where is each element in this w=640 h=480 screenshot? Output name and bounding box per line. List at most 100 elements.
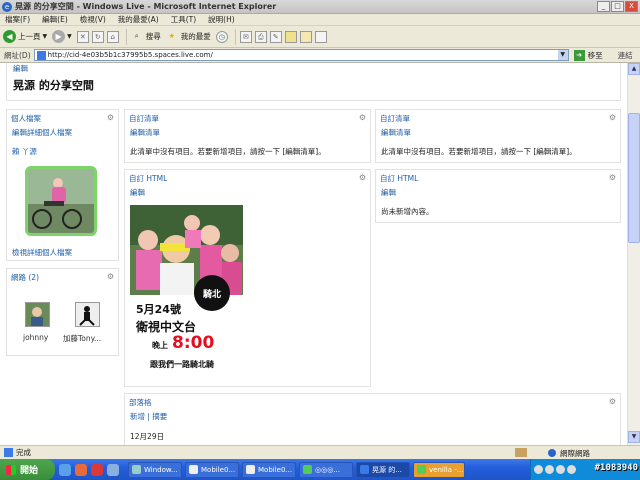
task-mobile2[interactable]: Mobile0... (242, 461, 296, 478)
custom-html-title[interactable]: 自訂 HTML (129, 173, 167, 184)
edit-list-link[interactable]: 編輯清單 (381, 127, 411, 138)
scroll-thumb[interactable] (628, 113, 640, 243)
messenger-icon (303, 465, 312, 474)
edit-html-link[interactable]: 編輯 (381, 187, 396, 198)
tray-icon[interactable] (556, 465, 565, 474)
stop-icon[interactable]: ✕ (76, 30, 89, 43)
address-dropdown-icon[interactable]: ▼ (557, 50, 568, 60)
gear-icon[interactable]: ⚙ (609, 397, 616, 406)
zone-text: 網際網路 (560, 449, 590, 458)
contact-avatar[interactable] (25, 302, 50, 327)
task-messenger[interactable]: ◎◎◎... (299, 461, 353, 478)
quicklaunch-media-icon[interactable] (75, 463, 87, 476)
links-label[interactable]: 連結 (618, 50, 633, 61)
scroll-up-icon[interactable]: ▲ (628, 63, 640, 75)
menu-bar: 檔案(F) 編輯(E) 檢視(V) 我的最愛(A) 工具(T) 說明(H) (0, 14, 640, 26)
profile-name[interactable]: 賴 丫源 (12, 146, 37, 157)
vertical-scrollbar[interactable]: ▲ ▼ (627, 63, 640, 445)
space-header: 編輯 晃源 的分享空間 (6, 63, 621, 101)
edit-icon[interactable]: ✎ (269, 30, 282, 43)
go-arrow-icon: ➜ (573, 49, 585, 61)
back-arrow-icon: ◀ (3, 30, 16, 43)
custom-html-title[interactable]: 自訂 HTML (380, 173, 418, 184)
promo-poster[interactable]: 騎北 5月24號 衛視中文台 晚上 8:00 跟我們一路騎北騎 (130, 205, 243, 381)
gear-icon[interactable]: ⚙ (359, 173, 366, 182)
profile-title[interactable]: 個人檔案 (11, 113, 41, 124)
quicklaunch-ie-icon[interactable] (59, 463, 71, 476)
forward-button[interactable]: ▶ ▼ (52, 30, 72, 43)
lock-icon (515, 448, 527, 457)
volume-icon[interactable] (567, 465, 576, 474)
poster-date: 5月24號 (136, 303, 181, 316)
print-icon[interactable]: ⎙ (254, 30, 267, 43)
task-window[interactable]: Window... (128, 461, 182, 478)
research-icon[interactable] (314, 30, 327, 43)
close-button[interactable]: X (625, 1, 638, 12)
back-button[interactable]: ◀ 上一頁 ▼ (3, 30, 47, 43)
edit-html-link[interactable]: 編輯 (130, 187, 145, 198)
gear-icon[interactable]: ⚙ (107, 272, 114, 281)
gear-icon[interactable]: ⚙ (609, 173, 616, 182)
view-profile-link[interactable]: 檢視詳細個人檔案 (12, 247, 72, 258)
blog-title[interactable]: 部落格 (129, 397, 152, 408)
menu-favorites[interactable]: 我的最愛(A) (118, 14, 159, 25)
gear-icon[interactable]: ⚙ (609, 113, 616, 122)
address-bar: 網址(D) http://cid-4e03b5b1c37995b5.spaces… (0, 48, 640, 63)
task-ie-active[interactable]: 晃源 的... (356, 461, 410, 478)
blog-links[interactable]: 新增 | 摘要 (130, 411, 167, 422)
gear-icon[interactable]: ⚙ (107, 113, 114, 122)
custom-list-title[interactable]: 自訂清單 (129, 113, 159, 124)
taskbar: 開始 Window... Mobile0... Mobile0... ◎◎◎..… (0, 459, 640, 480)
edit-profile-link[interactable]: 編輯詳細個人檔案 (12, 127, 72, 138)
globe-icon (548, 449, 556, 457)
history-icon[interactable]: ◷ (215, 30, 228, 43)
menu-view[interactable]: 檢視(V) (80, 14, 106, 25)
custom-list-title[interactable]: 自訂清單 (380, 113, 410, 124)
windows-logo-icon (6, 464, 16, 475)
go-button[interactable]: ➜ 移至 (573, 49, 603, 61)
empty-content-text: 尚未新增內容。 (381, 207, 434, 216)
menu-tools[interactable]: 工具(T) (171, 14, 196, 25)
mail-icon[interactable]: ✉ (239, 30, 252, 43)
contact-name[interactable]: johnny (23, 333, 48, 342)
tray-icon[interactable] (545, 465, 554, 474)
task-venilla[interactable]: venilla -... (413, 461, 465, 478)
messenger-icon[interactable] (299, 30, 312, 43)
scroll-down-icon[interactable]: ▼ (628, 431, 640, 443)
maximize-button[interactable]: □ (611, 1, 624, 12)
empty-list-text: 此清單中沒有項目。若要新增項目，請按一下 [編輯清單]。 (130, 147, 326, 156)
status-text: 完成 (16, 448, 31, 457)
quicklaunch-desktop-icon[interactable] (107, 463, 119, 476)
folder-icon[interactable] (284, 30, 297, 43)
go-label: 移至 (587, 50, 603, 60)
refresh-icon[interactable]: ↻ (91, 30, 104, 43)
home-icon[interactable]: ⌂ (106, 30, 119, 43)
search-button[interactable]: ⌕ 搜尋 (131, 31, 161, 43)
start-button[interactable]: 開始 (0, 459, 55, 480)
contact-avatar[interactable] (75, 302, 100, 327)
toolbar-separator (125, 28, 127, 45)
avatar-image (31, 307, 43, 326)
tray-icon[interactable] (534, 465, 543, 474)
edit-list-link[interactable]: 編輯清單 (130, 127, 160, 138)
person-silhouette-icon (79, 306, 95, 326)
favorites-button[interactable]: ★ 我的最愛 (166, 31, 211, 43)
menu-edit[interactable]: 編輯(E) (42, 14, 68, 25)
minimize-button[interactable]: _ (597, 1, 610, 12)
task-mobile1[interactable]: Mobile0... (185, 461, 239, 478)
url-input[interactable]: http://cid-4e03b5b1c37995b5.spaces.live.… (33, 49, 569, 61)
profile-photo[interactable] (25, 166, 97, 236)
header-edit-link[interactable]: 編輯 (13, 63, 28, 74)
gear-icon[interactable]: ⚙ (359, 113, 366, 122)
menu-file[interactable]: 檔案(F) (5, 14, 30, 25)
network-title[interactable]: 網路 (2) (11, 272, 39, 283)
quicklaunch-app-icon[interactable] (91, 463, 103, 476)
start-label: 開始 (20, 466, 39, 476)
poster-tagline: 跟我們一路騎北騎 (150, 360, 214, 369)
chevron-down-icon[interactable]: ▼ (67, 33, 72, 40)
watermark-text: #1083940 (594, 463, 638, 473)
page-viewport: 編輯 晃源 的分享空間 個人檔案 ⚙ 編輯詳細個人檔案 賴 丫源 檢視詳細個人檔… (0, 63, 627, 445)
contact-name[interactable]: 加藤Tony... (63, 333, 101, 344)
chevron-down-icon[interactable]: ▼ (43, 33, 48, 40)
menu-help[interactable]: 說明(H) (208, 14, 235, 25)
